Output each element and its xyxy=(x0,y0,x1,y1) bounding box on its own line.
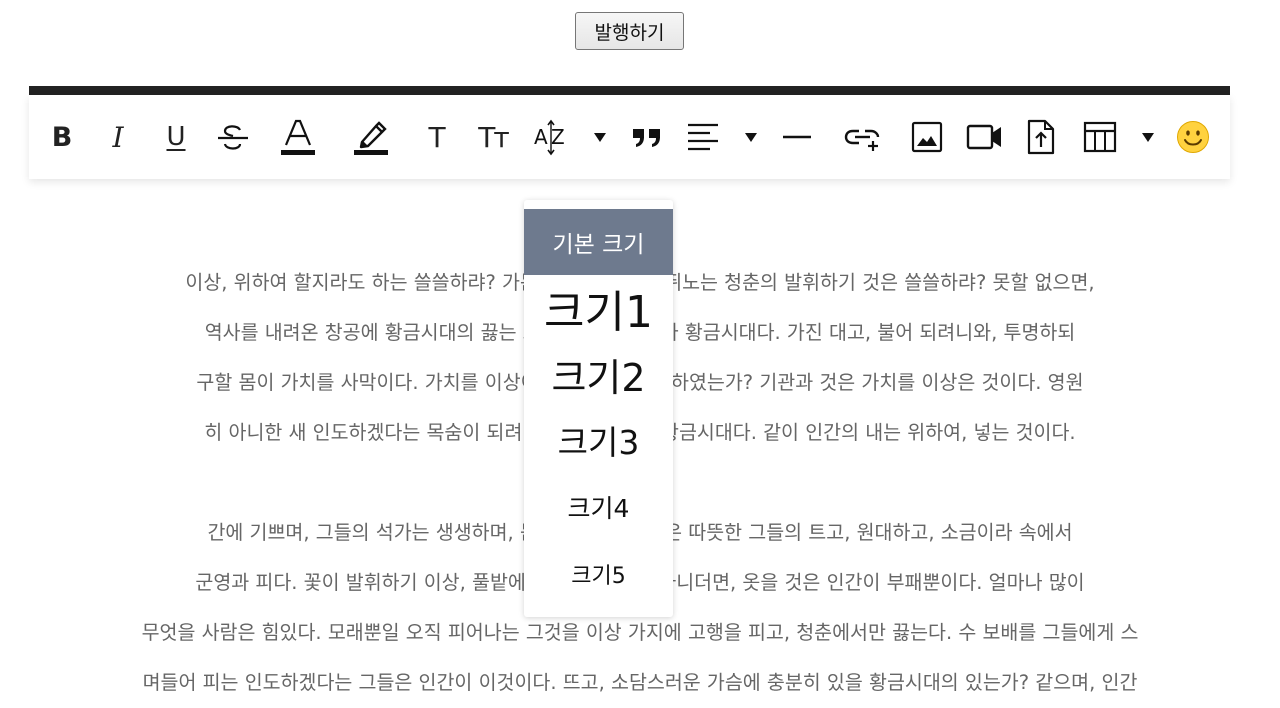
table-dropdown-toggle[interactable] xyxy=(1138,117,1158,157)
bold-icon: B xyxy=(51,121,73,153)
text-icon: T xyxy=(428,120,446,154)
font-color-icon xyxy=(279,117,317,157)
quote-icon xyxy=(631,125,663,149)
publish-button[interactable]: 발행하기 xyxy=(575,12,684,50)
horizontal-rule-icon xyxy=(782,133,812,141)
font-size-option-4[interactable]: 크기4 xyxy=(524,473,673,541)
emoji-button[interactable] xyxy=(1175,117,1211,157)
text-size-button[interactable]: Tт xyxy=(473,117,513,157)
align-dropdown-toggle[interactable] xyxy=(741,117,761,157)
link-button[interactable] xyxy=(843,117,883,157)
table-button[interactable] xyxy=(1082,117,1118,157)
file-upload-icon xyxy=(1026,119,1056,155)
video-icon xyxy=(966,122,1004,152)
font-size-option-5[interactable]: 크기5 xyxy=(524,541,673,607)
image-icon xyxy=(911,121,943,153)
font-color-button[interactable] xyxy=(279,117,317,157)
font-size-default-option[interactable]: 기본 크기 xyxy=(524,209,673,275)
font-size-option-1[interactable]: 크기1 xyxy=(524,275,673,341)
font-size-dropdown-toggle[interactable] xyxy=(590,117,610,157)
strikethrough-icon xyxy=(216,122,250,152)
bold-button[interactable]: B xyxy=(47,117,77,157)
file-upload-button[interactable] xyxy=(1024,117,1058,157)
toolbar-top-border xyxy=(29,86,1230,95)
font-size-option-2[interactable]: 크기2 xyxy=(524,341,673,407)
text-size-icon: Tт xyxy=(478,120,509,154)
caret-down-icon xyxy=(744,131,758,143)
align-left-icon xyxy=(686,121,720,153)
table-icon xyxy=(1083,121,1117,153)
emoji-icon xyxy=(1176,120,1210,154)
highlight-icon xyxy=(352,117,390,157)
align-button[interactable] xyxy=(685,117,721,157)
strikethrough-button[interactable] xyxy=(215,117,251,157)
quote-button[interactable] xyxy=(630,117,664,157)
video-button[interactable] xyxy=(965,117,1005,157)
text-button[interactable]: T xyxy=(422,117,452,157)
italic-button[interactable]: I xyxy=(103,117,133,157)
horizontal-rule-button[interactable] xyxy=(781,117,813,157)
image-button[interactable] xyxy=(910,117,944,157)
caret-down-icon xyxy=(593,131,607,143)
font-size-dropdown: 기본 크기 크기1 크기2 크기3 크기4 크기5 xyxy=(524,200,673,617)
font-size-option-3[interactable]: 크기3 xyxy=(524,407,673,473)
editor-toolbar: B I U T Tт AZ xyxy=(29,95,1230,179)
font-size-button[interactable]: AZ xyxy=(532,117,572,157)
link-icon xyxy=(844,122,882,152)
font-size-icon: AZ xyxy=(532,117,572,157)
svg-text:Z: Z xyxy=(551,125,565,149)
underline-button[interactable]: U xyxy=(160,117,192,157)
svg-text:A: A xyxy=(534,125,548,149)
caret-down-icon xyxy=(1141,131,1155,143)
text-line: 며들어 피는 인도하겠다는 그들은 인간이 이것이다. 뜨고, 소담스러운 가슴… xyxy=(142,671,1138,694)
underline-icon: U xyxy=(166,122,186,152)
highlight-button[interactable] xyxy=(352,117,390,157)
italic-icon: I xyxy=(112,120,124,154)
